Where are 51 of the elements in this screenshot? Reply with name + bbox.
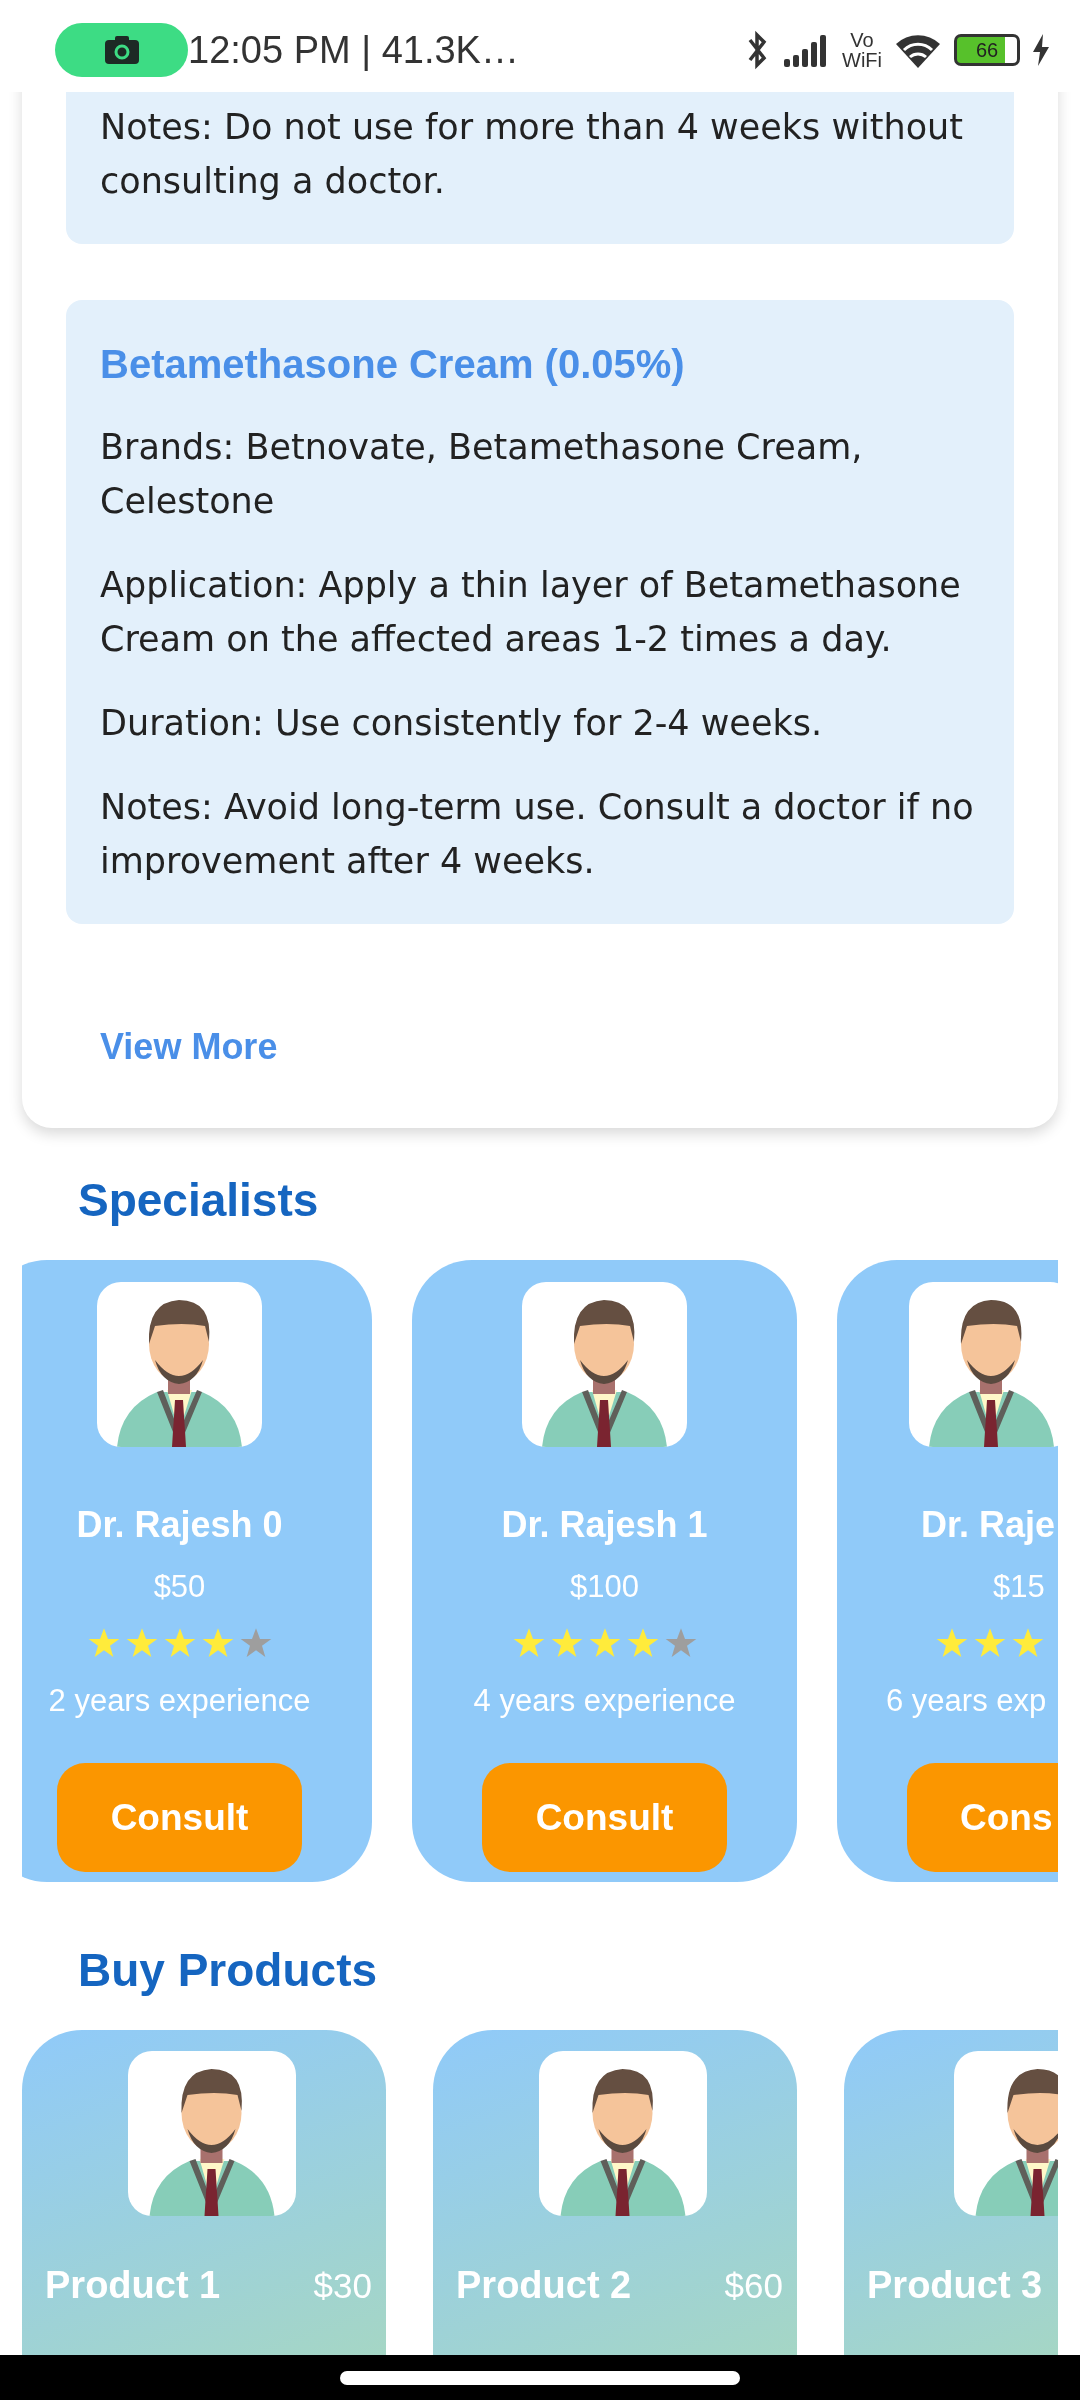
star-filled-icon	[625, 1627, 660, 1659]
recording-indicator[interactable]	[55, 23, 188, 77]
doctor-name: Dr. Raje	[921, 1503, 1056, 1547]
product-name: Product 1	[45, 2264, 221, 2306]
star-filled-icon	[511, 1627, 546, 1659]
medicine-title: Betamethasone Cream (0.05%)	[100, 341, 686, 388]
star-filled-icon	[973, 1627, 1007, 1659]
star-empty-icon	[238, 1627, 273, 1659]
product-card[interactable]: Product 2 $60	[433, 2030, 797, 2355]
network-label-bottom: WiFi	[842, 50, 882, 70]
camera-icon	[104, 36, 139, 64]
medicine-detail: Application: Apply a thin layer of Betamethasone Cream on the affected areas 1-2 times a day.	[100, 564, 962, 661]
consult-price: $15	[993, 1568, 1045, 1606]
consult-button[interactable]: Consult	[57, 1763, 302, 1872]
product-price: $30	[313, 2265, 372, 2307]
view-more-link[interactable]: View More	[66, 1020, 312, 1074]
product-card[interactable]: Product 3	[844, 2030, 1058, 2355]
product-card[interactable]: Product 1 $30	[22, 2030, 386, 2355]
doctor-name: Dr. Rajesh 0	[76, 1503, 283, 1547]
consult-price: $100	[570, 1568, 639, 1606]
experience-text: 2 years experience	[48, 1682, 311, 1720]
medicine-detail: Notes: Do not use for more than 4 weeks without consulting a doctor.	[100, 106, 964, 203]
medicine-detail: Duration: Use consistently for 2-4 weeks.	[100, 702, 824, 745]
star-filled-icon	[587, 1627, 622, 1659]
medicine-detail: Notes: Avoid long-term use. Consult a doctor if no improvement after 4 weeks.	[100, 786, 975, 883]
consult-price: $50	[153, 1568, 206, 1606]
star-filled-icon	[549, 1627, 584, 1659]
consult-button[interactable]: Consult	[482, 1763, 727, 1872]
product-price: $60	[724, 2265, 783, 2307]
medicine-detail: Brands: Betnovate, Betamethasone Cream, Celestone	[100, 426, 864, 523]
star-filled-icon	[86, 1627, 121, 1659]
status-text: 12:05 PM | 41.3K…	[188, 27, 519, 73]
star-filled-icon	[162, 1627, 197, 1659]
section-heading: Specialists	[78, 1173, 320, 1228]
consult-button[interactable]: Cons	[907, 1763, 1058, 1872]
battery-icon: 66	[954, 34, 1020, 66]
charging-icon	[1032, 34, 1050, 66]
product-name: Product 2	[456, 2264, 632, 2306]
star-filled-icon	[1011, 1627, 1045, 1659]
star-filled-icon	[935, 1627, 969, 1659]
experience-text: 6 years exp	[886, 1682, 1047, 1720]
star-empty-icon	[663, 1627, 698, 1659]
experience-text: 4 years experience	[473, 1682, 736, 1720]
home-indicator[interactable]	[340, 2370, 740, 2385]
star-filled-icon	[124, 1627, 159, 1659]
section-heading: Buy Products	[78, 1943, 379, 1998]
star-filled-icon	[200, 1627, 235, 1659]
product-name: Product 3	[867, 2264, 1043, 2306]
doctor-name: Dr. Rajesh 1	[501, 1503, 708, 1547]
network-label-top: Vo	[849, 30, 875, 50]
wifi-icon	[894, 32, 942, 68]
